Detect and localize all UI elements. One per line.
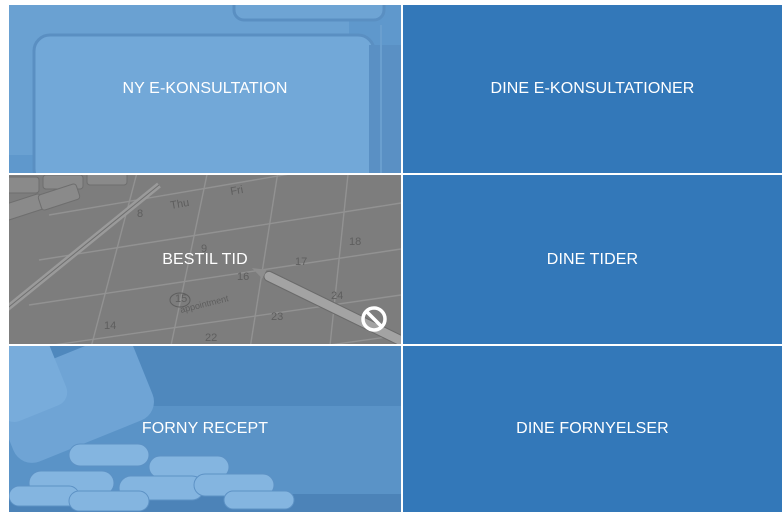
service-tile-grid: NY E-KONSULTATION DINE E-KONSULTATIONER (9, 5, 782, 512)
your-appointments-label: DINE TIDER (546, 250, 639, 268)
calendar-date: 18 (349, 236, 361, 248)
calendar-day-fri: Fri (229, 184, 244, 198)
calendar-date: 8 (137, 208, 143, 220)
calendar-date: 22 (205, 332, 217, 344)
calendar-date: 24 (331, 290, 343, 302)
calendar-date: 17 (295, 256, 307, 268)
book-appointment-label: BESTIL TID (162, 250, 248, 268)
renew-prescription-label: FORNY RECEPT (141, 420, 269, 437)
your-appointments-tile[interactable]: DINE TIDER (403, 175, 782, 344)
renew-prescription-tile[interactable]: FORNY RECEPT (9, 346, 401, 512)
your-econsultations-label: DINE E-KONSULTATIONER (490, 80, 695, 97)
calendar-date: 14 (104, 320, 116, 332)
calendar-date: 16 (237, 271, 249, 283)
your-econsultations-tile[interactable]: DINE E-KONSULTATIONER (403, 5, 782, 173)
new-econsultation-tile[interactable]: NY E-KONSULTATION (9, 5, 401, 173)
your-renewals-label: DINE FORNYELSER (516, 420, 669, 437)
calendar-date: 23 (271, 311, 283, 323)
no-entry-icon (361, 306, 387, 332)
calendar-day-thu: Thu (169, 197, 190, 212)
book-appointment-tile[interactable]: Thu Fri 8 9 14 15 16 17 18 22 23 24 appo… (9, 175, 401, 344)
your-renewals-tile[interactable]: DINE FORNYELSER (403, 346, 782, 512)
new-econsultation-label: NY E-KONSULTATION (122, 80, 288, 97)
